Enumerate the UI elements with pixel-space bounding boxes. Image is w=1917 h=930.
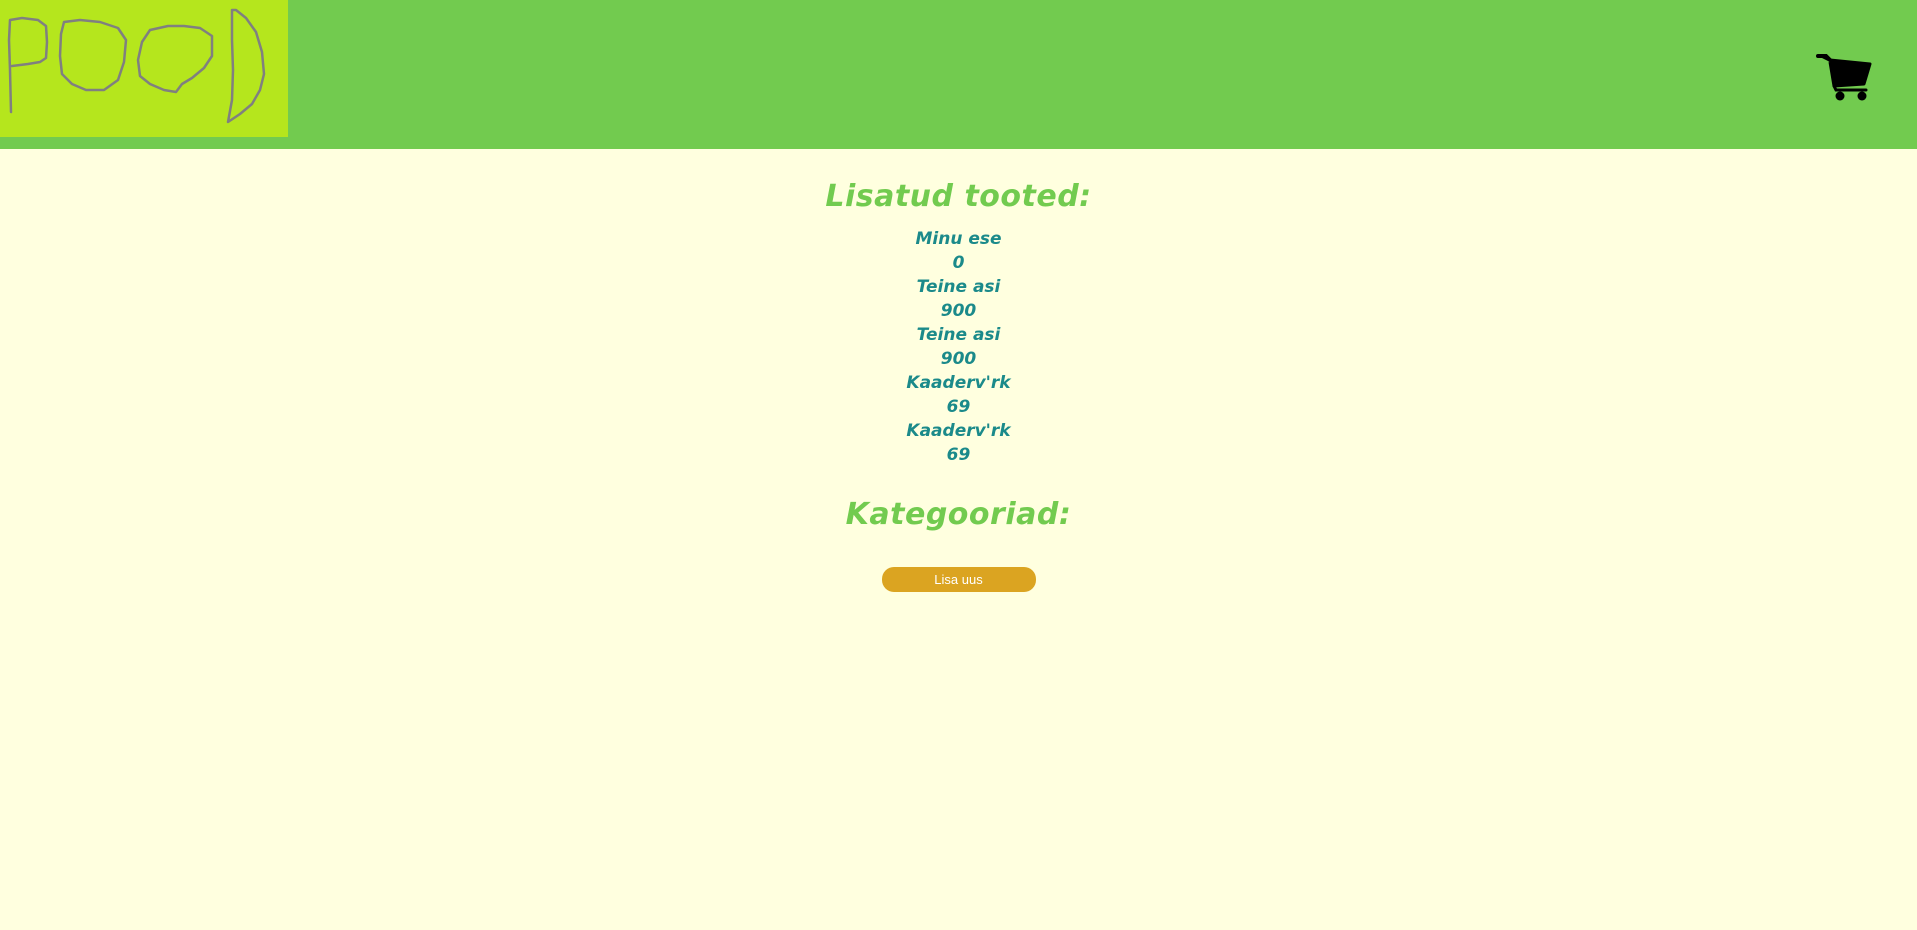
products-title: Lisatud tooted: xyxy=(825,179,1092,214)
product-price: 900 xyxy=(940,349,977,369)
pood-logo[interactable] xyxy=(0,0,288,137)
pood-logo-drawing xyxy=(7,8,266,124)
main-content: Lisatud tooted: Minu ese 0 Teine asi 900… xyxy=(0,149,1917,592)
product-price: 69 xyxy=(946,445,971,465)
cart-icon[interactable] xyxy=(1816,52,1872,102)
product-price: 69 xyxy=(946,397,971,417)
product-name: Kaaderv'rk xyxy=(906,373,1011,393)
product-name: Minu ese xyxy=(915,229,1002,249)
product-price: 0 xyxy=(952,253,965,273)
product-price: 900 xyxy=(940,301,977,321)
product-name: Teine asi xyxy=(916,277,1001,297)
site-header xyxy=(0,0,1917,149)
product-name: Teine asi xyxy=(916,325,1001,345)
cart-icon-graphic xyxy=(1816,54,1872,101)
product-list: Minu ese 0 Teine asi 900 Teine asi 900 K… xyxy=(0,227,1917,467)
add-new-button[interactable]: Lisa uus xyxy=(881,567,1036,592)
categories-title: Kategooriad: xyxy=(845,497,1072,532)
product-name: Kaaderv'rk xyxy=(906,421,1011,441)
